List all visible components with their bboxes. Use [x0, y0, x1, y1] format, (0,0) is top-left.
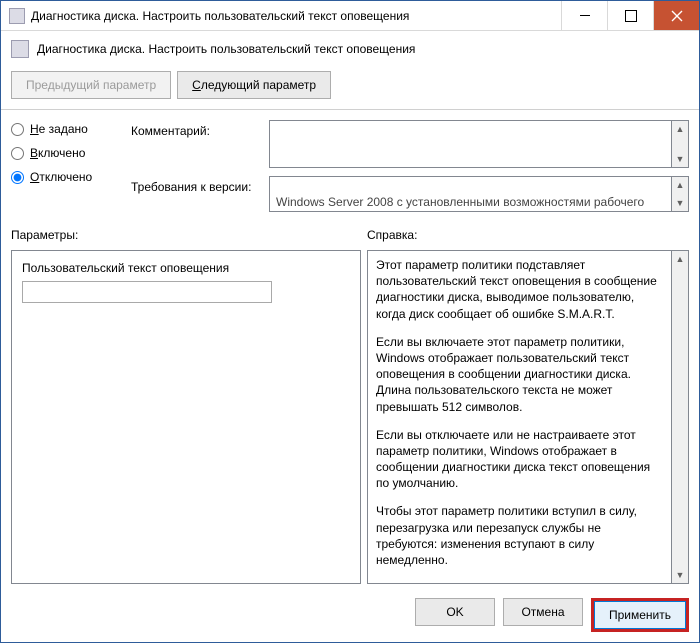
policy-icon — [11, 40, 29, 58]
scroll-down-icon[interactable]: ▼ — [672, 195, 688, 211]
help-wrap: Этот параметр политики подставляет польз… — [367, 250, 689, 584]
minimize-button[interactable] — [561, 1, 607, 30]
help-paragraph: Чтобы этот параметр политики вступил в с… — [376, 503, 663, 568]
cancel-button[interactable]: Отмена — [503, 598, 583, 626]
subheader: Диагностика диска. Настроить пользовател… — [1, 31, 699, 67]
next-setting-button[interactable]: Следующий параметр — [177, 71, 331, 99]
upper-section: Не задано Включено Отключено Комментарий… — [1, 110, 699, 218]
params-section-label: Параметры: — [11, 228, 367, 242]
version-row: Требования к версии: Windows Server 2008… — [131, 176, 689, 212]
version-text: Windows Server 2008 с установленными воз… — [269, 176, 672, 212]
radio-disabled-input[interactable] — [11, 171, 24, 184]
apply-highlight: Применить — [591, 598, 689, 632]
help-section-label: Справка: — [367, 228, 417, 242]
comment-row: Комментарий: ▲ ▼ — [131, 120, 689, 168]
ok-button[interactable]: OK — [415, 598, 495, 626]
dialog-window: Диагностика диска. Настроить пользовател… — [0, 0, 700, 643]
close-icon — [671, 10, 683, 22]
comment-textarea[interactable] — [269, 120, 672, 168]
app-icon — [9, 8, 25, 24]
close-button[interactable] — [653, 1, 699, 30]
help-paragraph: Если вы отключаете или не настраиваете э… — [376, 427, 663, 492]
radio-enabled[interactable]: Включено — [11, 146, 121, 160]
radio-enabled-input[interactable] — [11, 147, 24, 160]
version-scrollbar[interactable]: ▲ ▼ — [672, 176, 689, 212]
lower-section: Пользовательский текст оповещения Этот п… — [1, 246, 699, 590]
scroll-up-icon[interactable]: ▲ — [672, 121, 688, 137]
section-labels: Параметры: Справка: — [1, 218, 699, 246]
scroll-down-icon[interactable]: ▼ — [672, 567, 688, 583]
comment-scrollbar[interactable]: ▲ ▼ — [672, 120, 689, 168]
radio-disabled-label: Отключено — [30, 170, 92, 184]
help-box: Этот параметр политики подставляет польз… — [367, 250, 672, 584]
fields: Комментарий: ▲ ▼ Требования к версии: Wi… — [131, 120, 689, 212]
nav-row: Предыдущий параметр Следующий параметр — [1, 67, 699, 110]
custom-text-label: Пользовательский текст оповещения — [22, 261, 350, 275]
policy-title: Диагностика диска. Настроить пользовател… — [37, 42, 415, 56]
version-label: Требования к версии: — [131, 176, 261, 194]
radio-enabled-label: Включено — [30, 146, 85, 160]
previous-setting-button[interactable]: Предыдущий параметр — [11, 71, 171, 99]
radio-not-configured-label: Не задано — [30, 122, 88, 136]
version-box: Windows Server 2008 с установленными воз… — [269, 176, 689, 212]
help-scrollbar[interactable]: ▲ ▼ — [672, 250, 689, 584]
scroll-down-icon[interactable]: ▼ — [672, 151, 688, 167]
state-radios: Не задано Включено Отключено — [11, 120, 121, 212]
footer: OK Отмена Применить — [1, 590, 699, 642]
parameters-box: Пользовательский текст оповещения — [11, 250, 361, 584]
comment-label: Комментарий: — [131, 120, 261, 138]
maximize-button[interactable] — [607, 1, 653, 30]
help-paragraph: Если вы включаете этот параметр политики… — [376, 334, 663, 415]
radio-disabled[interactable]: Отключено — [11, 170, 121, 184]
scroll-up-icon[interactable]: ▲ — [672, 251, 688, 267]
radio-not-configured-input[interactable] — [11, 123, 24, 136]
titlebar: Диагностика диска. Настроить пользовател… — [1, 1, 699, 31]
scroll-up-icon[interactable]: ▲ — [672, 177, 688, 193]
comment-box: ▲ ▼ — [269, 120, 689, 168]
custom-text-input[interactable] — [22, 281, 272, 303]
help-paragraph: Этот параметр политики вступает в силу т… — [376, 580, 663, 584]
apply-button[interactable]: Применить — [594, 601, 686, 629]
radio-not-configured[interactable]: Не задано — [11, 122, 121, 136]
help-paragraph: Этот параметр политики подставляет польз… — [376, 257, 663, 322]
window-title: Диагностика диска. Настроить пользовател… — [31, 9, 561, 23]
